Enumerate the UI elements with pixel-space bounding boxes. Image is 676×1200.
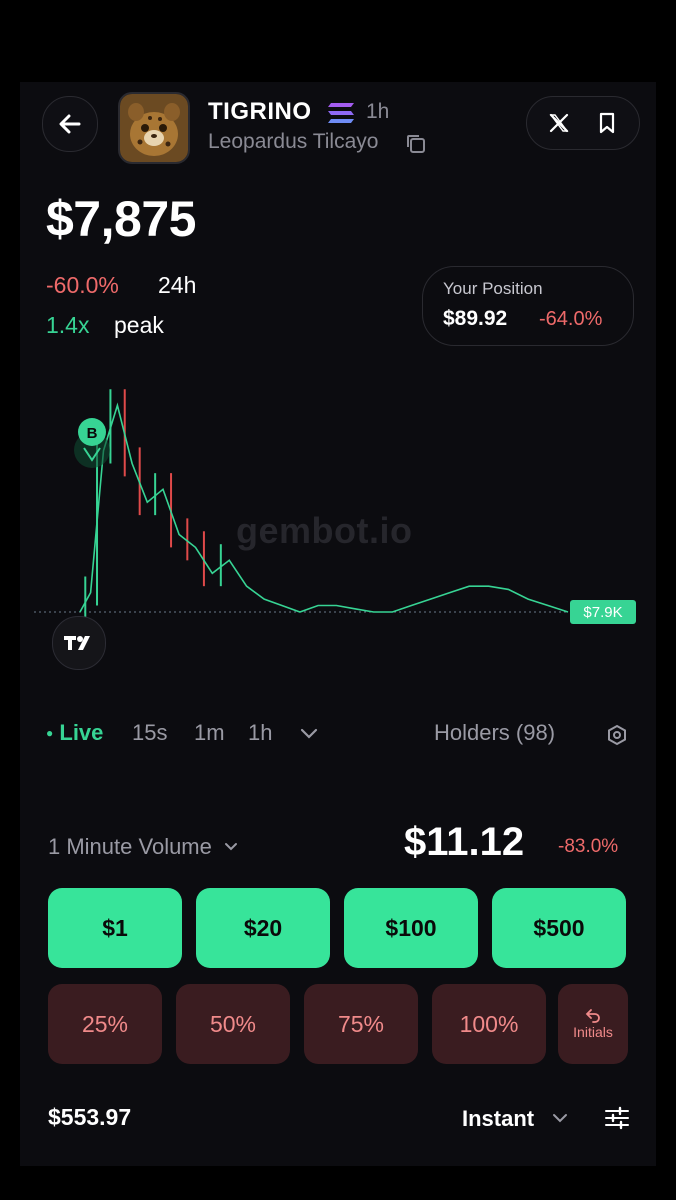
tab-15s[interactable]: 15s (132, 720, 167, 746)
sell-25-button[interactable]: 25% (48, 984, 162, 1064)
settings-hex-icon[interactable] (606, 724, 628, 746)
buy-20-button[interactable]: $20 (196, 888, 330, 968)
sell-50-button[interactable]: 50% (176, 984, 290, 1064)
sliders-icon[interactable] (604, 1106, 630, 1130)
sell-100-button[interactable]: 100% (432, 984, 546, 1064)
solana-icon (328, 103, 354, 123)
buy-100-button[interactable]: $100 (344, 888, 478, 968)
tradingview-logo-icon[interactable] (52, 616, 106, 670)
peak-multiple: 1.4x (46, 312, 90, 338)
chevron-down-icon[interactable] (300, 728, 318, 740)
current-price: $7,875 (46, 191, 196, 247)
token-full-name: Leopardus Tilcayo (208, 130, 379, 153)
tab-1m[interactable]: 1m (194, 720, 225, 746)
last-price-tag: $7.9K (570, 600, 636, 624)
price-chart[interactable]: B (20, 372, 656, 692)
buy-500-button[interactable]: $500 (492, 888, 626, 968)
position-value: $89.92 (443, 307, 508, 330)
position-label: Your Position (443, 279, 543, 298)
price-change-label: 24h (158, 272, 197, 298)
buy-1-button[interactable]: $1 (48, 888, 182, 968)
x-logo-icon[interactable] (548, 112, 570, 134)
peak-label: peak (114, 312, 164, 338)
position-card[interactable]: Your Position $89.92 -64.0% (422, 266, 634, 346)
social-actions (526, 96, 640, 150)
token-age: 1h (366, 100, 390, 123)
tab-live[interactable]: ● Live (46, 720, 103, 746)
tab-1h[interactable]: 1h (248, 720, 272, 746)
token-avatar (118, 92, 190, 164)
buy-marker-label: B (87, 425, 98, 442)
volume-value: $11.12 (404, 820, 525, 864)
undo-arrow-icon (585, 1009, 600, 1023)
copy-icon[interactable] (404, 132, 428, 156)
price-change-24h: -60.0% (46, 272, 119, 298)
holders-count[interactable]: Holders (98) (434, 720, 555, 746)
bookmark-icon[interactable] (596, 111, 618, 135)
position-change: -64.0% (539, 308, 603, 330)
chevron-down-icon (225, 843, 237, 851)
token-symbol: TIGRINO (208, 98, 312, 125)
execution-mode[interactable]: Instant (462, 1106, 534, 1132)
back-button[interactable] (42, 96, 98, 152)
sell-75-button[interactable]: 75% (304, 984, 418, 1064)
volume-change: -83.0% (558, 836, 619, 857)
initials-label: Initials (573, 1024, 613, 1040)
wallet-balance: $553.97 (48, 1104, 132, 1130)
sell-initials-button[interactable]: Initials (558, 984, 628, 1064)
back-arrow-icon (59, 114, 81, 134)
app-screen: TIGRINO 1h Leopardus Tilcayo $7,875 -60.… (20, 82, 656, 1166)
volume-label[interactable]: 1 Minute Volume (48, 834, 238, 860)
chevron-down-icon[interactable] (552, 1112, 568, 1124)
